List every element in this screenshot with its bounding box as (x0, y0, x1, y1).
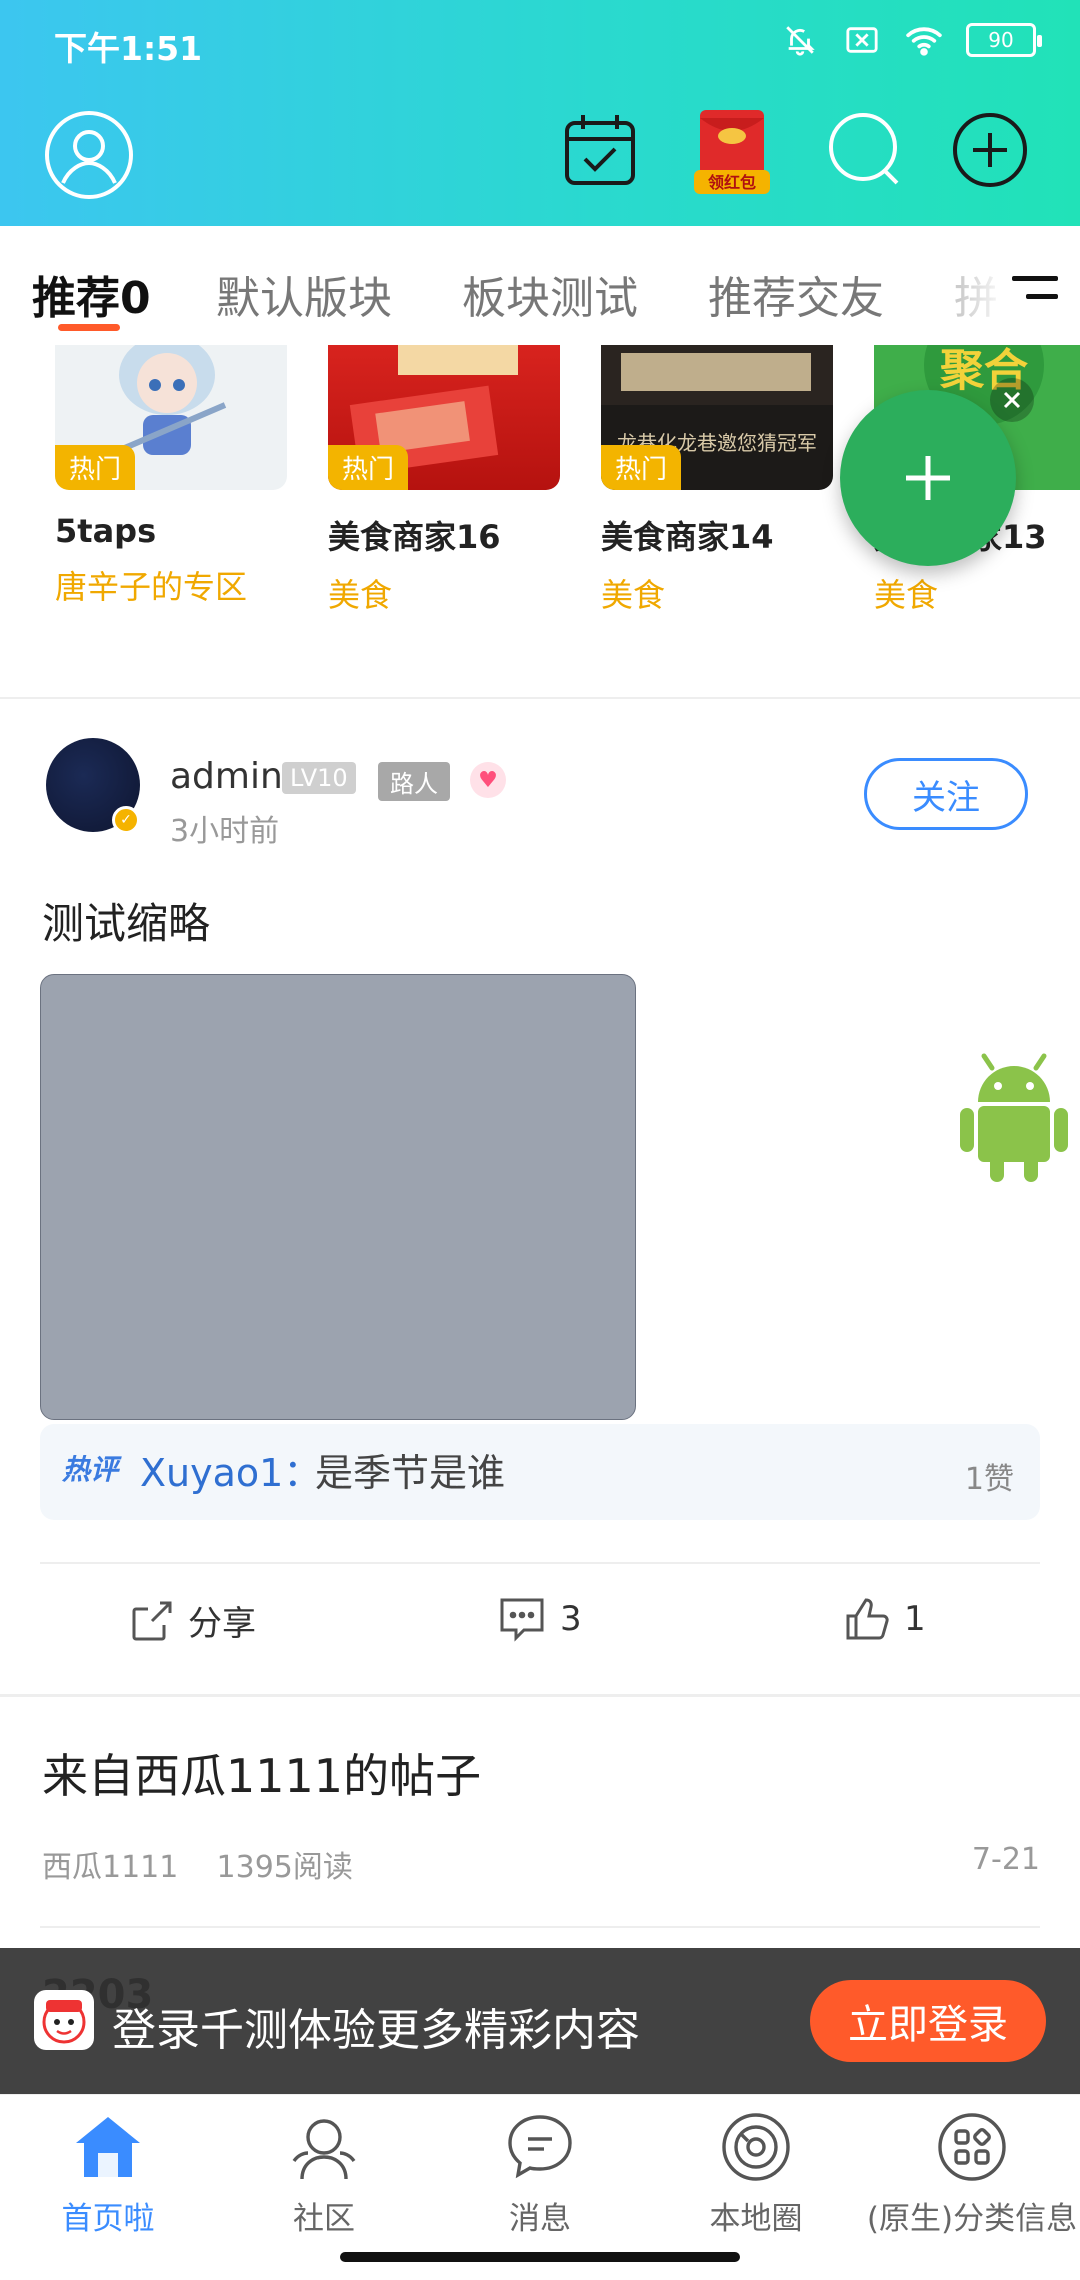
thumbs-up-icon (846, 1598, 889, 1640)
board-category: 美食 (601, 576, 666, 614)
hot-comment-user[interactable]: Xuyao1： (140, 1442, 321, 1497)
comment-button[interactable]: 3 (498, 1596, 582, 1642)
community-icon (286, 2109, 362, 2185)
home-indicator (340, 2252, 740, 2262)
tab-recommend[interactable]: 推荐0 (32, 262, 151, 326)
message-icon (502, 2109, 578, 2185)
verified-badge-icon: ✓ (112, 806, 140, 834)
hot-comment-text: 是季节是谁 (315, 1451, 506, 1495)
section-divider (0, 697, 1080, 699)
hot-badge: 热门 (55, 445, 136, 490)
nav-local-circle[interactable]: 本地圈 (648, 2109, 864, 2238)
nav-messages-label: 消息 (509, 2201, 571, 2237)
nav-community[interactable]: 社区 (216, 2109, 432, 2238)
svg-text:领红包: 领红包 (708, 173, 756, 192)
plus-icon (906, 456, 950, 500)
category-tabs: 推荐0 默认版块 板块测试 推荐交友 拼 (0, 226, 1080, 334)
login-banner-message: 登录千测体验更多精彩内容 (112, 2005, 640, 2056)
home-icon (70, 2109, 146, 2185)
search-icon (829, 113, 899, 185)
nav-category-info-label: (原生)分类信息 (866, 2201, 1078, 2237)
post-time: 3小时前 (170, 814, 280, 849)
close-icon (1003, 391, 1021, 409)
active-tab-indicator (58, 324, 120, 331)
hot-comment-tag: 热评 (62, 1453, 119, 1486)
hot-badge: 热门 (601, 445, 682, 490)
post-author[interactable]: 西瓜1111 (42, 1850, 178, 1885)
nav-home-label: 首页啦 (61, 2201, 155, 2237)
share-button[interactable]: 分享 (130, 1596, 256, 1645)
hot-comment-likes: 1赞 (964, 1462, 1014, 1497)
nav-community-label: 社区 (293, 2201, 355, 2237)
calendar-checkin-icon (565, 115, 635, 185)
sim-off-icon (842, 22, 882, 58)
post-divider (40, 1926, 1040, 1928)
board-thumbnail: 龙巷化龙巷邀您猜冠军 热门 (601, 345, 833, 490)
search-button[interactable] (826, 110, 906, 190)
status-icons: 90 (780, 22, 1042, 58)
post-image[interactable] (40, 974, 636, 1420)
board-category: 美食 (874, 576, 939, 614)
nav-local-circle-label: 本地圈 (709, 2201, 803, 2237)
menu-lines-icon (1012, 276, 1058, 299)
share-icon (132, 1601, 172, 1640)
tab-more-button[interactable] (960, 226, 1080, 326)
comment-icon (500, 1598, 544, 1642)
role-badge: 路人 (378, 762, 450, 801)
avatar-icon (45, 111, 133, 199)
post-author-name[interactable]: admin (170, 756, 283, 797)
local-circle-icon (718, 2109, 794, 2185)
plus-circle-icon (953, 113, 1027, 187)
mute-bell-icon (780, 22, 820, 58)
red-packet-button[interactable]: 领红包 (694, 110, 770, 196)
android-robot-icon (958, 1050, 1070, 1186)
level-badge: LV10 (282, 762, 356, 794)
app-logo-icon (34, 1990, 94, 2050)
checkin-calendar-button[interactable] (560, 110, 640, 190)
app-header: 下午1:51 90 领红包 (0, 0, 1080, 226)
board-name: 美食商家14 (601, 518, 774, 556)
hot-badge: 热门 (328, 445, 409, 490)
board-thumbnail: 热门 (328, 345, 560, 490)
add-button[interactable] (950, 110, 1030, 190)
board-category: 唐辛子的专区 (55, 568, 248, 606)
like-button[interactable]: 1 (844, 1596, 926, 1642)
post-actions: 分享 3 1 (0, 1574, 1080, 1670)
post-divider (0, 1694, 1080, 1697)
login-now-button[interactable]: 立即登录 (810, 1980, 1046, 2062)
fab-close-button[interactable] (990, 378, 1034, 422)
status-time: 下午1:51 (54, 29, 203, 68)
profile-avatar-button[interactable] (44, 110, 134, 200)
battery-indicator: 90 (966, 23, 1042, 57)
post-date: 7-21 (971, 1842, 1040, 1877)
board-card[interactable]: 热门 5taps 唐辛子的专区 (55, 345, 287, 608)
tab-recommend-friends[interactable]: 推荐交友 (708, 262, 884, 326)
post-meta: 西瓜1111 1395阅读 (42, 1842, 353, 1886)
post-title[interactable]: 测试缩略 (42, 890, 210, 951)
action-divider (40, 1562, 1040, 1564)
nav-messages[interactable]: 消息 (432, 2109, 648, 2238)
nav-category-info[interactable]: (原生)分类信息 (864, 2109, 1080, 2238)
board-name: 美食商家16 (328, 518, 501, 556)
floating-add-button[interactable] (840, 390, 1016, 566)
tab-default-board[interactable]: 默认版块 (216, 262, 392, 326)
post-reads: 1395阅读 (216, 1850, 353, 1885)
board-category: 美食 (328, 576, 393, 614)
board-name: 5taps (55, 512, 157, 550)
red-packet-icon: 领红包 (694, 110, 770, 194)
board-card[interactable]: 龙巷化龙巷邀您猜冠军 热门 美食商家14 美食 (601, 345, 833, 616)
tab-board-test[interactable]: 板块测试 (462, 262, 638, 326)
post-title[interactable]: 来自西瓜1111的帖子 (42, 1740, 481, 1806)
nav-home[interactable]: 首页啦 (0, 2109, 216, 2238)
heart-icon: ♥ (470, 762, 506, 798)
follow-button[interactable]: 关注 (864, 758, 1028, 830)
category-icon (934, 2109, 1010, 2185)
login-banner: 登录千测体验更多精彩内容 立即登录 (0, 1948, 1080, 2094)
wifi-icon (904, 22, 944, 58)
board-thumbnail: 热门 (55, 345, 287, 490)
board-card[interactable]: 热门 美食商家16 美食 (328, 345, 560, 616)
hot-comment[interactable]: 热评 Xuyao1： 是季节是谁 1赞 (40, 1424, 1040, 1520)
